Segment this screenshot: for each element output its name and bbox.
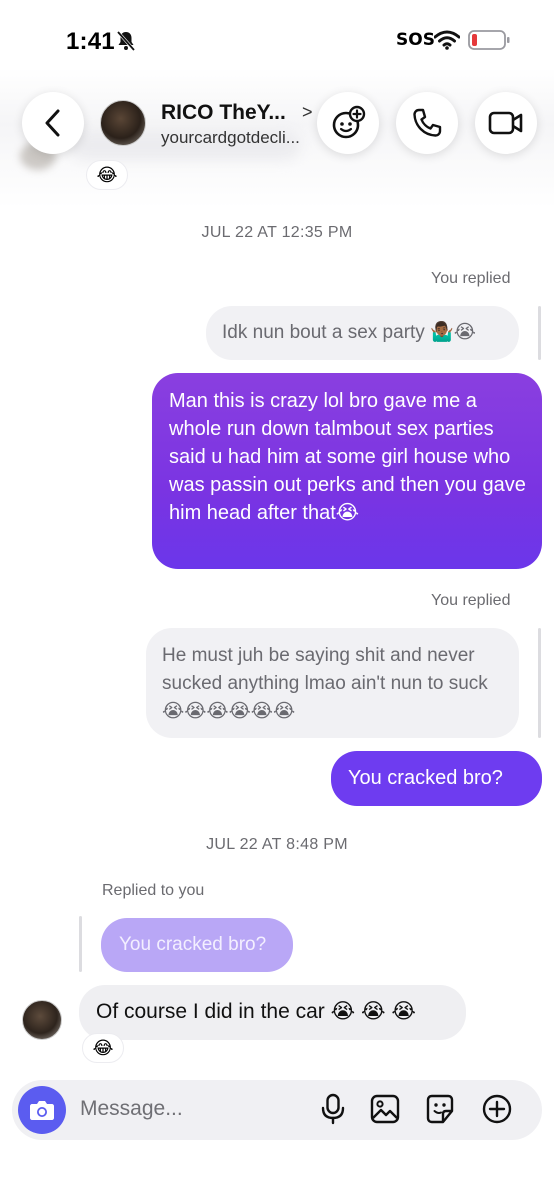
quoted-message[interactable]: You cracked bro? (101, 918, 293, 972)
reply-indicator-bar (538, 306, 541, 360)
quoted-message[interactable]: Idk nun bout a sex party 🤷🏾‍♂️😭 (206, 306, 519, 360)
add-icon[interactable] (482, 1093, 512, 1125)
chevron-left-icon (45, 109, 60, 137)
video-call-button[interactable] (475, 92, 537, 154)
profile-handle[interactable]: yourcardgotdecli... (161, 128, 300, 148)
wifi-icon (434, 30, 460, 50)
sent-message[interactable]: You cracked bro? (331, 751, 542, 806)
message-input[interactable]: Message... (80, 1097, 183, 1121)
chevron-right-icon: > (302, 102, 313, 122)
microphone-icon[interactable] (318, 1093, 348, 1125)
bell-muted-icon (116, 31, 136, 51)
you-replied-label: You replied (431, 592, 511, 609)
sent-message[interactable]: Man this is crazy lol bro gave me a whol… (152, 373, 542, 569)
sos-indicator: SOS (396, 30, 435, 50)
sender-avatar[interactable] (22, 1000, 62, 1040)
video-camera-icon (488, 111, 523, 135)
camera-button[interactable] (18, 1086, 66, 1134)
sticker-icon[interactable] (425, 1093, 455, 1125)
battery-low-icon (468, 30, 510, 50)
profile-avatar[interactable] (100, 100, 146, 146)
replied-to-you-label: Replied to you (102, 882, 205, 899)
quoted-message[interactable]: He must juh be saying shit and never suc… (146, 628, 519, 738)
face-add-icon (332, 105, 366, 139)
status-time: 1:41 (66, 28, 115, 55)
reaction-chip[interactable]: 😂 (82, 1033, 124, 1063)
timestamp: JUL 22 AT 12:35 PM (201, 224, 353, 241)
timestamp: JUL 22 AT 8:48 PM (206, 836, 348, 853)
received-message[interactable]: Of course I did in the car 😭 😭 😭 (79, 985, 466, 1040)
camera-icon (30, 1101, 54, 1120)
profile-name[interactable]: RICO TheY... (161, 101, 286, 125)
effects-button[interactable] (317, 92, 379, 154)
reply-indicator-bar (538, 628, 541, 738)
gallery-icon[interactable] (370, 1093, 400, 1125)
reply-indicator-bar (79, 916, 82, 972)
audio-call-button[interactable] (396, 92, 458, 154)
you-replied-label: You replied (431, 270, 511, 287)
back-button[interactable] (22, 92, 84, 154)
phone-icon (413, 108, 442, 137)
partial-reaction-chip: 😂 (86, 160, 128, 190)
